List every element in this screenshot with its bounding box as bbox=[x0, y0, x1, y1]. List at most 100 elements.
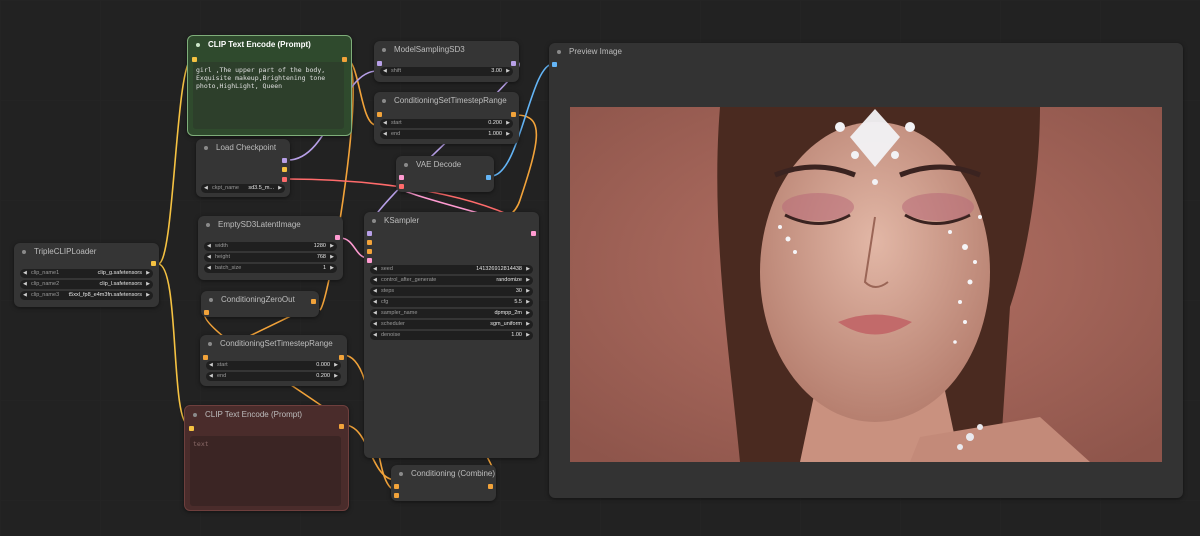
decrement-arrow-icon[interactable]: ◀ bbox=[209, 372, 213, 381]
decrement-arrow-icon[interactable]: ◀ bbox=[23, 291, 27, 300]
increment-arrow-icon[interactable]: ▶ bbox=[526, 331, 530, 340]
decrement-arrow-icon[interactable]: ◀ bbox=[209, 361, 213, 370]
positive-input-port[interactable] bbox=[367, 240, 372, 245]
ksampler-widget-denoise[interactable]: ◀ denoise 1.00 ▶ bbox=[370, 331, 533, 340]
conditioning-zero-out-node[interactable]: ConditioningZeroOut bbox=[201, 291, 319, 317]
clip-name3-widget[interactable]: ◀ clip_name3 t5xxl_fp8_e4m3fn.safetensor… bbox=[20, 291, 153, 300]
decrement-arrow-icon[interactable]: ◀ bbox=[207, 253, 211, 262]
vae-output-port[interactable] bbox=[282, 177, 287, 182]
conditioning-set-timestep-range-bottom-node[interactable]: ConditioningSetTimestepRange ◀ start 0.0… bbox=[200, 335, 347, 386]
latent-input-port[interactable] bbox=[367, 258, 372, 263]
decrement-arrow-icon[interactable]: ◀ bbox=[373, 287, 377, 296]
collapse-dot-icon[interactable] bbox=[208, 342, 212, 346]
clip-output-port[interactable] bbox=[282, 167, 287, 172]
increment-arrow-icon[interactable]: ▶ bbox=[506, 119, 510, 128]
model-sampling-sd3-node[interactable]: ModelSamplingSD3 ◀ shift 3.00 ▶ bbox=[374, 41, 519, 82]
end-widget[interactable]: ◀ end 1.000 ▶ bbox=[380, 130, 513, 139]
clip-name1-widget[interactable]: ◀ clip_name1 clip_g.safetensors ▶ bbox=[20, 269, 153, 278]
increment-arrow-icon[interactable]: ▶ bbox=[526, 298, 530, 307]
clip-name2-widget[interactable]: ◀ clip_name2 clip_l.safetensors ▶ bbox=[20, 280, 153, 289]
increment-arrow-icon[interactable]: ▶ bbox=[334, 361, 338, 370]
conditioning-input-port[interactable] bbox=[204, 310, 209, 315]
collapse-dot-icon[interactable] bbox=[372, 219, 376, 223]
batch-size-widget[interactable]: ◀ batch_size 1 ▶ bbox=[204, 264, 337, 273]
clip-output-port[interactable] bbox=[151, 261, 156, 266]
model-input-port[interactable] bbox=[367, 231, 372, 236]
prompt-textarea[interactable]: text bbox=[190, 436, 341, 506]
samples-input-port[interactable] bbox=[399, 175, 404, 180]
conditioning-output-port[interactable] bbox=[488, 484, 493, 489]
decrement-arrow-icon[interactable]: ◀ bbox=[383, 67, 387, 76]
increment-arrow-icon[interactable]: ▶ bbox=[526, 265, 530, 274]
conditioning-output-port[interactable] bbox=[311, 299, 316, 304]
increment-arrow-icon[interactable]: ▶ bbox=[334, 372, 338, 381]
conditioning-output-port[interactable] bbox=[511, 112, 516, 117]
increment-arrow-icon[interactable]: ▶ bbox=[146, 280, 150, 289]
vae-input-port[interactable] bbox=[399, 184, 404, 189]
vae-decode-node[interactable]: VAE Decode bbox=[396, 156, 494, 192]
increment-arrow-icon[interactable]: ▶ bbox=[526, 320, 530, 329]
height-widget[interactable]: ◀ height 768 ▶ bbox=[204, 253, 337, 262]
ksampler-widget-scheduler[interactable]: ◀ scheduler sgm_uniform ▶ bbox=[370, 320, 533, 329]
decrement-arrow-icon[interactable]: ◀ bbox=[373, 331, 377, 340]
decrement-arrow-icon[interactable]: ◀ bbox=[23, 280, 27, 289]
conditioning-output-port[interactable] bbox=[339, 424, 344, 429]
clip-text-encode-negative-node[interactable]: CLIP Text Encode (Prompt) text bbox=[184, 405, 349, 511]
decrement-arrow-icon[interactable]: ◀ bbox=[207, 242, 211, 251]
decrement-arrow-icon[interactable]: ◀ bbox=[383, 119, 387, 128]
ksampler-node[interactable]: KSampler ◀ seed 141326912814438 ▶ ◀ control_a… bbox=[364, 212, 539, 458]
clip-input-port[interactable] bbox=[192, 57, 197, 62]
width-widget[interactable]: ◀ width 1280 ▶ bbox=[204, 242, 337, 251]
collapse-dot-icon[interactable] bbox=[209, 298, 213, 302]
negative-input-port[interactable] bbox=[367, 249, 372, 254]
collapse-dot-icon[interactable] bbox=[382, 48, 386, 52]
conditioning1-input-port[interactable] bbox=[394, 484, 399, 489]
increment-arrow-icon[interactable]: ▶ bbox=[146, 291, 150, 300]
decrement-arrow-icon[interactable]: ◀ bbox=[207, 264, 211, 273]
increment-arrow-icon[interactable]: ▶ bbox=[526, 287, 530, 296]
decrement-arrow-icon[interactable]: ◀ bbox=[23, 269, 27, 278]
collapse-dot-icon[interactable] bbox=[404, 163, 408, 167]
model-output-port[interactable] bbox=[511, 61, 516, 66]
model-input-port[interactable] bbox=[377, 61, 382, 66]
conditioning-combine-node[interactable]: Conditioning (Combine) bbox=[391, 465, 496, 501]
ksampler-widget-cfg[interactable]: ◀ cfg 5.5 ▶ bbox=[370, 298, 533, 307]
ksampler-widget-control-after-generate[interactable]: ◀ control_after_generate randomize ▶ bbox=[370, 276, 533, 285]
start-widget[interactable]: ◀ start 0.200 ▶ bbox=[380, 119, 513, 128]
image-output-port[interactable] bbox=[486, 175, 491, 180]
collapse-dot-icon[interactable] bbox=[206, 223, 210, 227]
decrement-arrow-icon[interactable]: ◀ bbox=[383, 130, 387, 139]
start-widget[interactable]: ◀ start 0.000 ▶ bbox=[206, 361, 341, 370]
clip-text-encode-positive-node[interactable]: CLIP Text Encode (Prompt) girl ,The uppe… bbox=[187, 35, 352, 136]
latent-output-port[interactable] bbox=[531, 231, 536, 236]
collapse-dot-icon[interactable] bbox=[399, 472, 403, 476]
increment-arrow-icon[interactable]: ▶ bbox=[526, 309, 530, 318]
decrement-arrow-icon[interactable]: ◀ bbox=[373, 276, 377, 285]
collapse-dot-icon[interactable] bbox=[557, 50, 561, 54]
preview-image-node[interactable]: Preview Image bbox=[549, 43, 1183, 498]
decrement-arrow-icon[interactable]: ◀ bbox=[373, 298, 377, 307]
collapse-dot-icon[interactable] bbox=[196, 43, 200, 47]
conditioning-output-port[interactable] bbox=[342, 57, 347, 62]
increment-arrow-icon[interactable]: ▶ bbox=[278, 184, 282, 193]
images-input-port[interactable] bbox=[552, 62, 557, 67]
ksampler-widget-sampler-name[interactable]: ◀ sampler_name dpmpp_2m ▶ bbox=[370, 309, 533, 318]
conditioning-input-port[interactable] bbox=[377, 112, 382, 117]
conditioning-output-port[interactable] bbox=[339, 355, 344, 360]
empty-sd3-latent-image-node[interactable]: EmptySD3LatentImage ◀ width 1280 ▶ ◀ hei… bbox=[198, 216, 343, 280]
decrement-arrow-icon[interactable]: ◀ bbox=[373, 265, 377, 274]
increment-arrow-icon[interactable]: ▶ bbox=[526, 276, 530, 285]
triple-clip-loader-node[interactable]: TripleCLIPLoader ◀ clip_name1 clip_g.saf… bbox=[14, 243, 159, 307]
decrement-arrow-icon[interactable]: ◀ bbox=[373, 320, 377, 329]
ksampler-widget-seed[interactable]: ◀ seed 141326912814438 ▶ bbox=[370, 265, 533, 274]
increment-arrow-icon[interactable]: ▶ bbox=[330, 253, 334, 262]
clip-input-port[interactable] bbox=[189, 426, 194, 431]
increment-arrow-icon[interactable]: ▶ bbox=[506, 67, 510, 76]
decrement-arrow-icon[interactable]: ◀ bbox=[373, 309, 377, 318]
decrement-arrow-icon[interactable]: ◀ bbox=[204, 184, 208, 193]
load-checkpoint-node[interactable]: Load Checkpoint ◀ ckpt_name sd3.5_m... ▶ bbox=[196, 139, 290, 197]
increment-arrow-icon[interactable]: ▶ bbox=[146, 269, 150, 278]
increment-arrow-icon[interactable]: ▶ bbox=[506, 130, 510, 139]
latent-output-port[interactable] bbox=[335, 235, 340, 240]
prompt-textarea[interactable]: girl ,The upper part of the body, Exquis… bbox=[193, 62, 344, 129]
